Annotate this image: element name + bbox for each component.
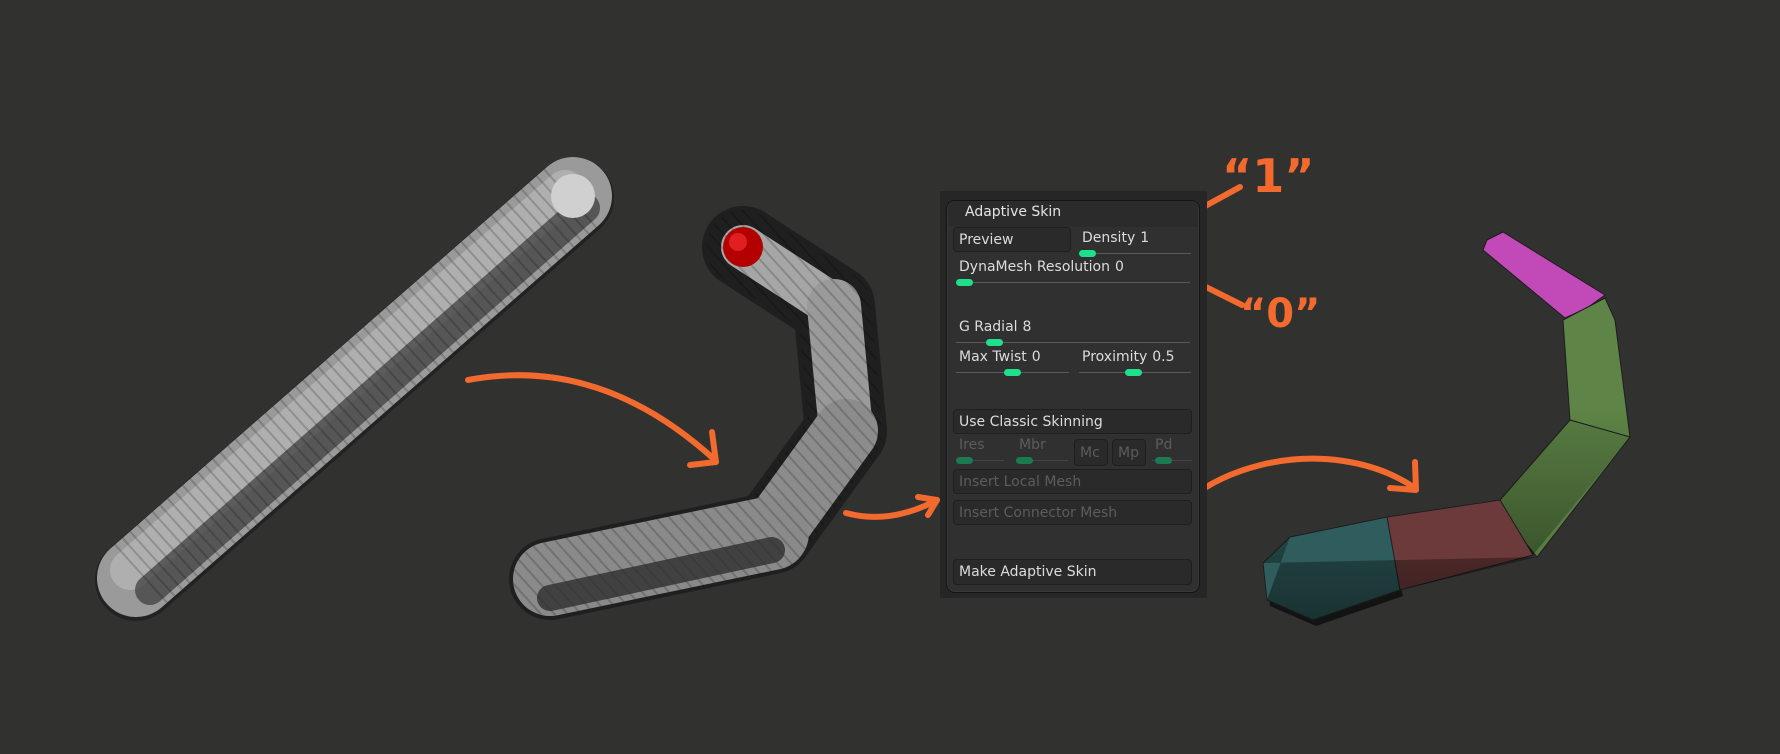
annotation-one: “1” xyxy=(1222,149,1314,203)
ires-label: Ires xyxy=(959,437,985,453)
slider-knob[interactable] xyxy=(956,279,973,286)
slider-knob[interactable] xyxy=(1125,369,1142,376)
mc-button[interactable]: Mc xyxy=(1074,439,1108,466)
mp-button[interactable]: Mp xyxy=(1112,439,1146,466)
slider-knob[interactable] xyxy=(1004,369,1021,376)
slider-knob[interactable] xyxy=(956,457,973,464)
slider-track xyxy=(956,282,1190,283)
max-twist-label: Max Twist xyxy=(959,349,1027,365)
dynamesh-resolution-slider[interactable]: DynaMesh Resolution 0 xyxy=(956,259,1190,287)
slider-knob[interactable] xyxy=(1155,457,1172,464)
slider-knob[interactable] xyxy=(1016,457,1033,464)
adaptive-skin-panel: Adaptive Skin Preview Density 1 DynaMesh … xyxy=(946,200,1200,593)
dynamesh-label: DynaMesh Resolution xyxy=(959,259,1110,275)
max-twist-value: 0 xyxy=(1031,349,1041,365)
g-radial-value: 8 xyxy=(1022,319,1032,335)
slider-knob[interactable] xyxy=(986,339,1003,346)
use-classic-skinning-button[interactable]: Use Classic Skinning xyxy=(953,409,1192,434)
proximity-value: 0.5 xyxy=(1152,349,1175,365)
pd-slider[interactable]: Pd xyxy=(1152,437,1192,465)
annotation-zero: “0” xyxy=(1240,291,1320,337)
dynamesh-value: 0 xyxy=(1114,259,1124,275)
proximity-label: Proximity xyxy=(1082,349,1148,365)
mbr-label: Mbr xyxy=(1019,437,1046,453)
pd-label: Pd xyxy=(1155,437,1173,453)
ires-slider[interactable]: Ires xyxy=(956,437,1004,465)
zsphere-chain-bent xyxy=(509,206,887,620)
g-radial-slider[interactable]: G Radial 8 xyxy=(956,319,1190,347)
mbr-slider[interactable]: Mbr xyxy=(1016,437,1068,465)
max-twist-slider[interactable]: Max Twist 0 xyxy=(956,349,1069,377)
proximity-slider[interactable]: Proximity 0.5 xyxy=(1079,349,1191,377)
artwork-canvas: “1” “0” xyxy=(95,149,1631,626)
density-label: Density xyxy=(1082,230,1136,246)
insert-connector-mesh-button[interactable]: Insert Connector Mesh xyxy=(953,500,1192,525)
insert-local-mesh-button[interactable]: Insert Local Mesh xyxy=(953,469,1192,494)
panel-title: Adaptive Skin xyxy=(965,204,1062,220)
slider-knob[interactable] xyxy=(1079,250,1096,257)
arrow-to-panel xyxy=(843,497,940,520)
arrow-to-bent-chain xyxy=(465,372,718,463)
g-radial-label: G Radial xyxy=(959,319,1018,335)
density-value: 1 xyxy=(1140,230,1150,246)
zsphere-chain-straight xyxy=(95,157,614,621)
density-slider[interactable]: Density 1 xyxy=(1079,230,1191,258)
make-adaptive-skin-button[interactable]: Make Adaptive Skin xyxy=(953,559,1192,585)
preview-button[interactable]: Preview xyxy=(953,227,1071,252)
